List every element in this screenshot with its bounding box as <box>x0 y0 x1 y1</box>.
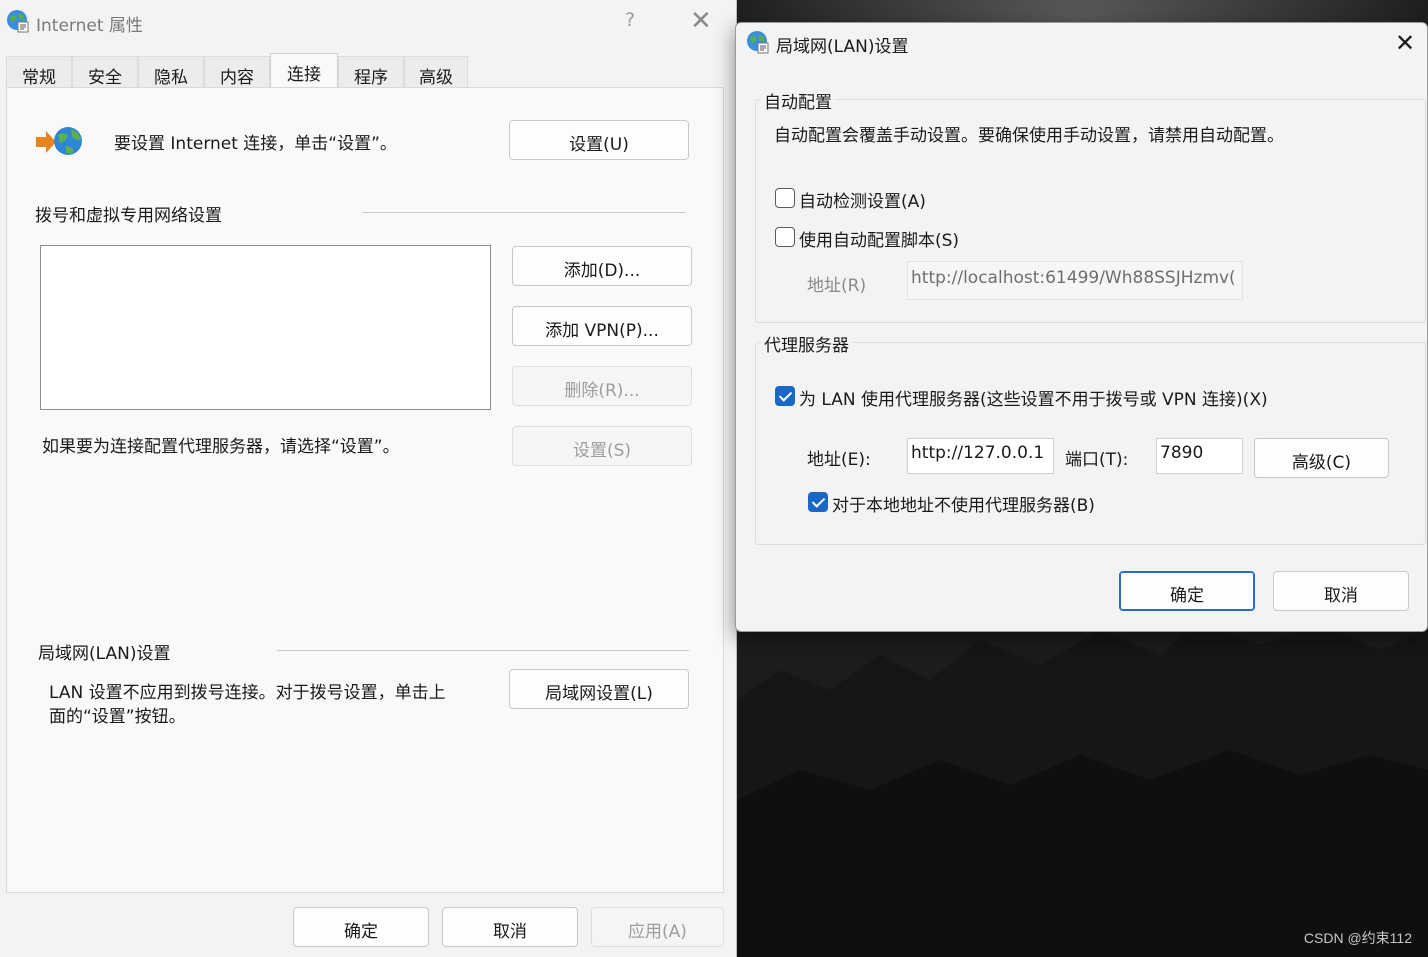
auto-detect-label[interactable]: 自动检测设置(A) <box>799 187 926 212</box>
use-proxy-label[interactable]: 为 LAN 使用代理服务器(这些设置不用于拨号或 VPN 连接)(X) <box>799 385 1268 410</box>
add-button[interactable]: 添加(D)... <box>512 246 692 286</box>
tab-programs[interactable]: 程序 <box>338 56 404 88</box>
cancel-button[interactable]: 取消 <box>1273 571 1409 611</box>
auto-detect-checkbox[interactable] <box>775 188 795 208</box>
ok-button[interactable]: 确定 <box>1119 571 1255 611</box>
tab-advanced[interactable]: 高级 <box>404 56 468 88</box>
remove-button[interactable]: 删除(R)... <box>512 366 692 406</box>
lan-settings-heading: 局域网(LAN)设置 <box>38 644 171 664</box>
separator-line <box>362 212 686 213</box>
ok-button[interactable]: 确定 <box>293 907 429 947</box>
proxy-server-title: 代理服务器 <box>761 331 852 356</box>
auto-config-title: 自动配置 <box>761 88 835 113</box>
setup-connection-icon <box>36 127 82 155</box>
apply-button[interactable]: 应用(A) <box>591 907 724 947</box>
use-script-checkbox[interactable] <box>775 227 795 247</box>
lan-description-line-1: LAN 设置不应用到拨号连接。对于拨号设置，单击上 <box>49 683 446 703</box>
add-vpn-button[interactable]: 添加 VPN(P)... <box>512 306 692 346</box>
cancel-button[interactable]: 取消 <box>442 907 578 947</box>
internet-properties-window: Internet 属性 ? ✕ 常规 安全 隐私 内容 连接 程序 高级 要设置… <box>0 0 737 957</box>
separator-line <box>277 650 689 651</box>
auto-config-description: 自动配置会覆盖手动设置。要确保使用手动设置，请禁用自动配置。 <box>774 126 1284 146</box>
dialog-title: 局域网(LAN)设置 <box>776 37 909 57</box>
window-title: Internet 属性 <box>36 16 143 36</box>
help-icon[interactable]: ? <box>625 9 635 31</box>
bypass-local-checkbox[interactable] <box>808 492 828 512</box>
dialup-vpn-heading: 拨号和虚拟专用网络设置 <box>35 206 222 226</box>
internet-globe-icon <box>747 31 769 54</box>
title-bar: Internet 属性 ? ✕ <box>0 0 736 44</box>
setup-button[interactable]: 设置(U) <box>509 120 689 160</box>
script-address-input[interactable]: http://localhost:61499/Wh88SSJHzmv( <box>907 261 1243 300</box>
proxy-address-input[interactable]: http://127.0.0.1 <box>907 438 1054 474</box>
watermark-text: CSDN @约束112 <box>1303 930 1412 946</box>
proxy-port-input[interactable]: 7890 <box>1156 438 1243 474</box>
tab-content[interactable]: 内容 <box>204 56 270 88</box>
lan-settings-dialog: 局域网(LAN)设置 ✕ 自动配置 自动配置会覆盖手动设置。要确保使用手动设置，… <box>735 22 1428 632</box>
script-address-label: 地址(R) <box>807 276 867 296</box>
tab-connections[interactable]: 连接 <box>270 53 338 88</box>
settings-button[interactable]: 设置(S) <box>512 426 692 466</box>
lan-settings-button[interactable]: 局域网设置(L) <box>509 669 689 709</box>
lan-description-line-2: 面的“设置”按钮。 <box>49 707 186 727</box>
proxy-port-label: 端口(T): <box>1065 450 1129 470</box>
tab-general[interactable]: 常规 <box>6 56 72 88</box>
internet-globe-icon <box>7 10 29 33</box>
proxy-address-label: 地址(E): <box>807 450 871 470</box>
use-script-label[interactable]: 使用自动配置脚本(S) <box>799 226 959 251</box>
advanced-button[interactable]: 高级(C) <box>1254 438 1389 478</box>
close-icon[interactable]: ✕ <box>690 6 712 36</box>
tab-security[interactable]: 安全 <box>72 56 138 88</box>
proxy-hint-text: 如果要为连接配置代理服务器，请选择“设置”。 <box>42 437 400 457</box>
bypass-local-label[interactable]: 对于本地地址不使用代理服务器(B) <box>832 491 1095 516</box>
connections-list[interactable] <box>40 245 491 410</box>
close-icon[interactable]: ✕ <box>1395 29 1415 57</box>
setup-text: 要设置 Internet 连接，单击“设置”。 <box>114 134 397 154</box>
use-proxy-checkbox[interactable] <box>775 386 795 406</box>
tab-privacy[interactable]: 隐私 <box>138 56 204 88</box>
